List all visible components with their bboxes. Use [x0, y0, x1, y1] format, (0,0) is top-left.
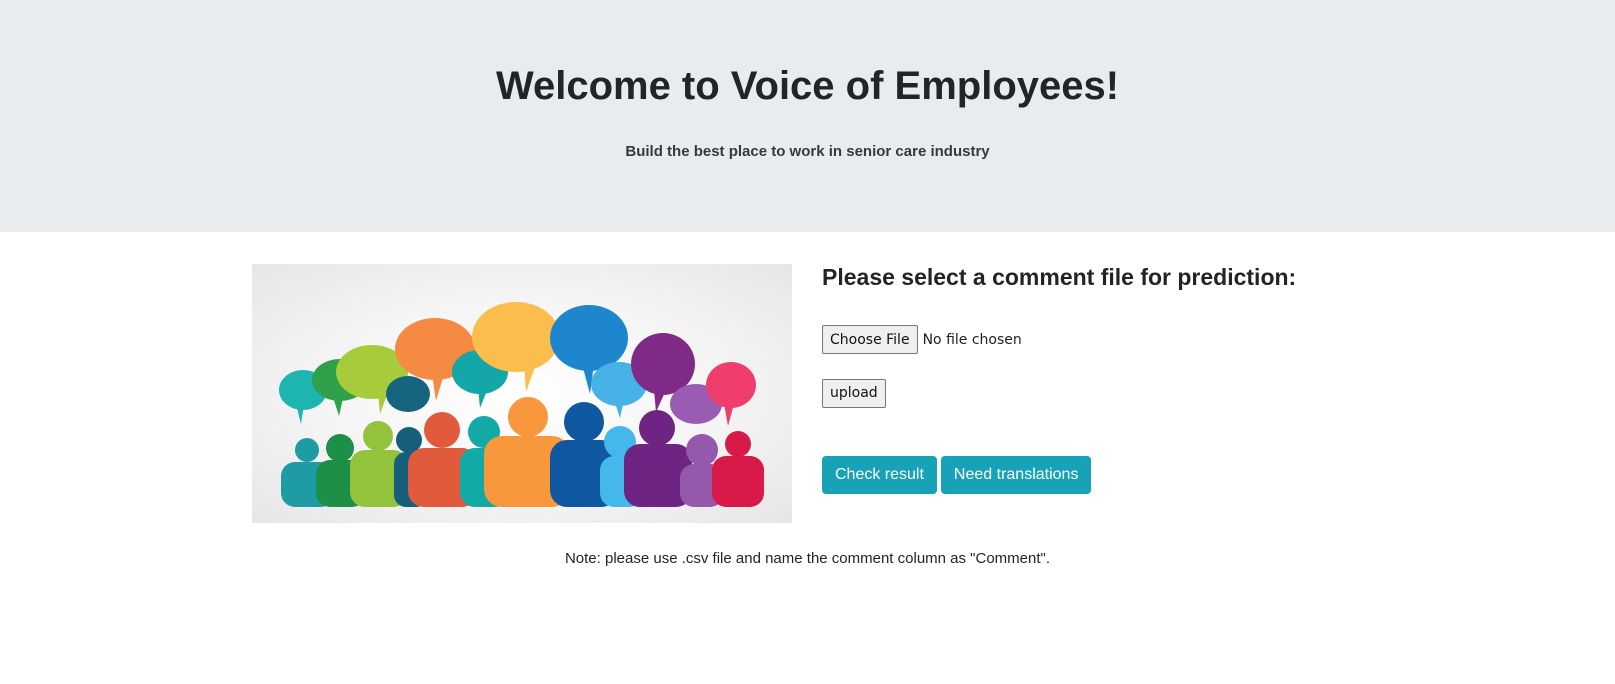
main-content: Please select a comment file for predict…: [0, 232, 1615, 684]
people-speech-bubbles-illustration: [252, 264, 792, 523]
file-input[interactable]: Choose File No file chosen: [822, 325, 1296, 355]
upload-button[interactable]: upload: [822, 378, 886, 408]
page-title: Welcome to Voice of Employees!: [495, 64, 1120, 108]
hero-banner: Welcome to Voice of Employees! Build the…: [0, 0, 1615, 232]
check-result-button[interactable]: Check result: [822, 455, 937, 494]
page-subtitle: Build the best place to work in senior c…: [625, 143, 990, 160]
upload-form: Please select a comment file for predict…: [822, 264, 1296, 494]
choose-file-button[interactable]: Choose File: [822, 325, 918, 355]
form-heading: Please select a comment file for predict…: [822, 264, 1297, 290]
need-translations-button[interactable]: Need translations: [940, 455, 1092, 494]
action-buttons: Check result Need translations: [822, 455, 1296, 494]
file-status-text: No file chosen: [922, 331, 1022, 348]
csv-format-note: Note: please use .csv file and name the …: [564, 550, 1051, 567]
